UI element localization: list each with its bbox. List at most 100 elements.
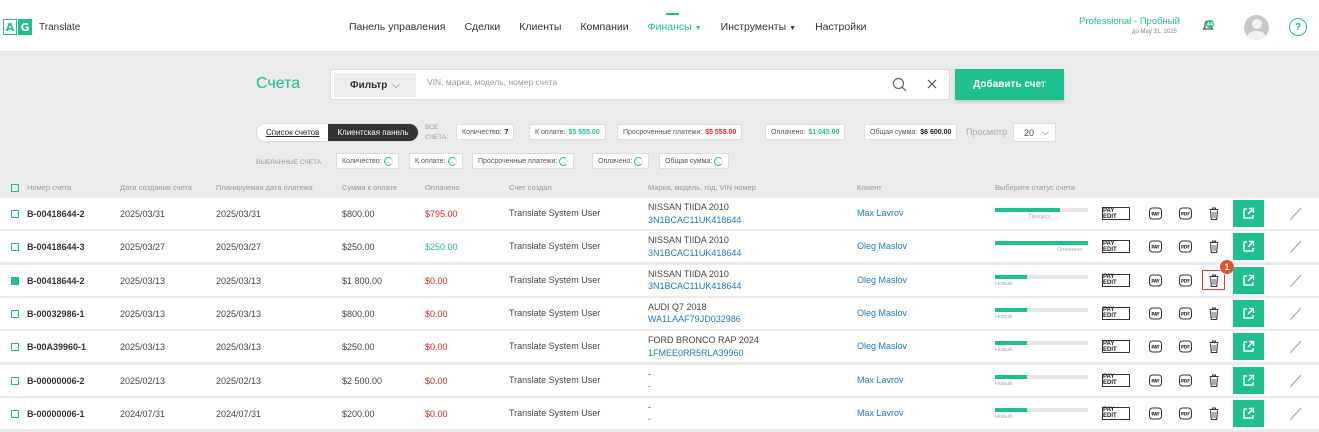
col-amount[interactable]: Сумма к оплате bbox=[342, 183, 397, 192]
trash-icon[interactable] bbox=[1207, 206, 1221, 224]
vehicle-vin[interactable]: - bbox=[648, 413, 651, 426]
notification-bell-icon[interactable]: 44 bbox=[1201, 19, 1215, 33]
vehicle-vin[interactable]: WA1LAAF79JD032986 bbox=[648, 313, 741, 326]
logo[interactable]: A G Translate bbox=[3, 19, 80, 35]
per-page-select[interactable]: 20 ⌵ bbox=[1013, 123, 1056, 142]
invoice-number[interactable]: B-00000006-1 bbox=[27, 409, 85, 419]
pencil-icon[interactable] bbox=[1289, 306, 1303, 324]
status-progress-bar[interactable] bbox=[995, 274, 1088, 279]
plan-name[interactable]: Professional - Пробный bbox=[1079, 16, 1180, 27]
col-creator[interactable]: Счет создал bbox=[509, 183, 552, 192]
pay-edit-button[interactable]: PAY EDIT bbox=[1102, 373, 1130, 387]
help-icon[interactable]: ? bbox=[1289, 18, 1307, 36]
invoice-number[interactable]: B-00418644-3 bbox=[27, 242, 85, 252]
pay-icon[interactable]: PAY bbox=[1148, 239, 1163, 257]
row-checkbox[interactable] bbox=[11, 276, 19, 285]
vehicle-vin[interactable]: 3N1BCAC11UK418644 bbox=[648, 247, 741, 260]
pay-icon[interactable]: PAY bbox=[1148, 206, 1163, 224]
open-invoice-button[interactable] bbox=[1233, 366, 1264, 394]
pencil-icon[interactable] bbox=[1289, 239, 1303, 257]
pencil-icon[interactable] bbox=[1289, 339, 1303, 357]
pdf-icon[interactable]: PDF bbox=[1178, 306, 1193, 324]
open-invoice-button[interactable] bbox=[1233, 399, 1264, 427]
pdf-icon[interactable]: PDF bbox=[1178, 239, 1193, 257]
toggle-invoice-list[interactable]: Список счетов bbox=[257, 124, 329, 141]
client-link[interactable]: Oleg Maslov bbox=[857, 241, 907, 251]
pay-edit-button[interactable]: PAY EDIT bbox=[1102, 406, 1130, 420]
search-icon[interactable] bbox=[892, 77, 907, 92]
open-invoice-button[interactable] bbox=[1233, 266, 1264, 294]
trash-icon[interactable] bbox=[1207, 306, 1221, 324]
nav-companies[interactable]: Компании bbox=[580, 21, 628, 33]
trash-icon[interactable] bbox=[1207, 373, 1221, 391]
col-status[interactable]: Выберите статус счета bbox=[995, 183, 1075, 192]
client-link[interactable]: Oleg Maslov bbox=[857, 275, 907, 285]
pay-icon[interactable]: PAY bbox=[1148, 339, 1163, 357]
col-vehicle[interactable]: Марка, модель, год, VIN номер bbox=[648, 183, 756, 192]
toggle-client-panel[interactable]: Клиентская панель bbox=[328, 124, 418, 141]
invoice-number[interactable]: B-00000006-2 bbox=[27, 376, 85, 386]
filter-button[interactable]: Фильтр ⌵ bbox=[334, 73, 416, 97]
select-all-checkbox[interactable] bbox=[11, 184, 19, 192]
pencil-icon[interactable] bbox=[1289, 406, 1303, 424]
invoice-number[interactable]: B-00418644-2 bbox=[27, 209, 85, 219]
trash-icon[interactable] bbox=[1207, 406, 1221, 424]
pdf-icon[interactable]: PDF bbox=[1178, 406, 1193, 424]
pay-edit-button[interactable]: PAY EDIT bbox=[1102, 306, 1130, 320]
pay-icon[interactable]: PAY bbox=[1148, 406, 1163, 424]
pencil-icon[interactable] bbox=[1289, 373, 1303, 391]
vehicle-vin[interactable]: - bbox=[648, 380, 651, 393]
add-invoice-button[interactable]: Добавить счет bbox=[955, 69, 1064, 100]
col-client[interactable]: Клиент bbox=[857, 183, 882, 192]
row-checkbox[interactable] bbox=[11, 243, 19, 252]
col-paid[interactable]: Оплачено bbox=[425, 183, 460, 192]
client-link[interactable]: Max Lavrov bbox=[857, 408, 904, 418]
close-icon[interactable] bbox=[926, 78, 938, 90]
pdf-icon[interactable]: PDF bbox=[1178, 339, 1193, 357]
open-invoice-button[interactable] bbox=[1233, 333, 1264, 361]
pay-edit-button[interactable]: PAY EDIT bbox=[1102, 340, 1130, 354]
pdf-icon[interactable]: PDF bbox=[1178, 273, 1193, 291]
row-checkbox[interactable] bbox=[11, 409, 19, 418]
pdf-icon[interactable]: PDF bbox=[1178, 206, 1193, 224]
status-progress-bar[interactable] bbox=[995, 307, 1088, 312]
nav-deals[interactable]: Сделки bbox=[464, 21, 500, 33]
open-invoice-button[interactable] bbox=[1233, 299, 1264, 327]
invoice-number[interactable]: B-00A39960-1 bbox=[27, 342, 86, 352]
vehicle-vin[interactable]: 3N1BCAC11UK418644 bbox=[648, 280, 741, 293]
nav-tools[interactable]: Инструменты ▼ bbox=[721, 21, 796, 33]
row-checkbox[interactable] bbox=[11, 210, 19, 218]
vehicle-vin[interactable]: 1FMEE0RR5RLA39960 bbox=[648, 347, 759, 360]
vehicle-vin[interactable]: 3N1BCAC11UK418644 bbox=[648, 214, 741, 227]
nav-finance[interactable]: Финансы ▼ bbox=[648, 13, 702, 33]
pay-icon[interactable]: PAY bbox=[1148, 273, 1163, 291]
avatar[interactable] bbox=[1244, 15, 1269, 40]
pay-icon[interactable]: PAY bbox=[1148, 373, 1163, 391]
trash-icon[interactable] bbox=[1207, 339, 1221, 357]
status-progress-bar[interactable] bbox=[995, 208, 1088, 212]
row-checkbox[interactable] bbox=[11, 376, 19, 385]
trash-icon[interactable] bbox=[1207, 273, 1221, 291]
status-progress-bar[interactable] bbox=[995, 241, 1088, 246]
open-invoice-button[interactable] bbox=[1233, 233, 1264, 261]
client-link[interactable]: Max Lavrov bbox=[857, 375, 904, 385]
status-progress-bar[interactable] bbox=[995, 407, 1088, 412]
invoice-number[interactable]: B-00418644-2 bbox=[27, 276, 85, 286]
pay-edit-button[interactable]: PAY EDIT bbox=[1102, 207, 1130, 220]
row-checkbox[interactable] bbox=[11, 343, 19, 352]
pencil-icon[interactable] bbox=[1289, 206, 1303, 224]
status-progress-bar[interactable] bbox=[995, 374, 1088, 379]
search-input[interactable] bbox=[427, 77, 867, 87]
pay-edit-button[interactable]: PAY EDIT bbox=[1102, 273, 1130, 287]
nav-clients[interactable]: Клиенты bbox=[519, 21, 561, 33]
nav-settings[interactable]: Настройки bbox=[815, 21, 867, 33]
status-progress-bar[interactable] bbox=[995, 341, 1088, 346]
pay-edit-button[interactable]: PAY EDIT bbox=[1102, 240, 1130, 254]
client-link[interactable]: Oleg Maslov bbox=[857, 341, 907, 351]
col-created[interactable]: Дата создания счета bbox=[120, 183, 192, 192]
invoice-number[interactable]: B-00032986-1 bbox=[27, 309, 85, 319]
client-link[interactable]: Max Lavrov bbox=[857, 208, 904, 218]
pay-icon[interactable]: PAY bbox=[1148, 306, 1163, 324]
col-planned[interactable]: Планируемая дата платежа bbox=[216, 183, 313, 192]
nav-dashboard[interactable]: Панель управления bbox=[349, 21, 445, 33]
